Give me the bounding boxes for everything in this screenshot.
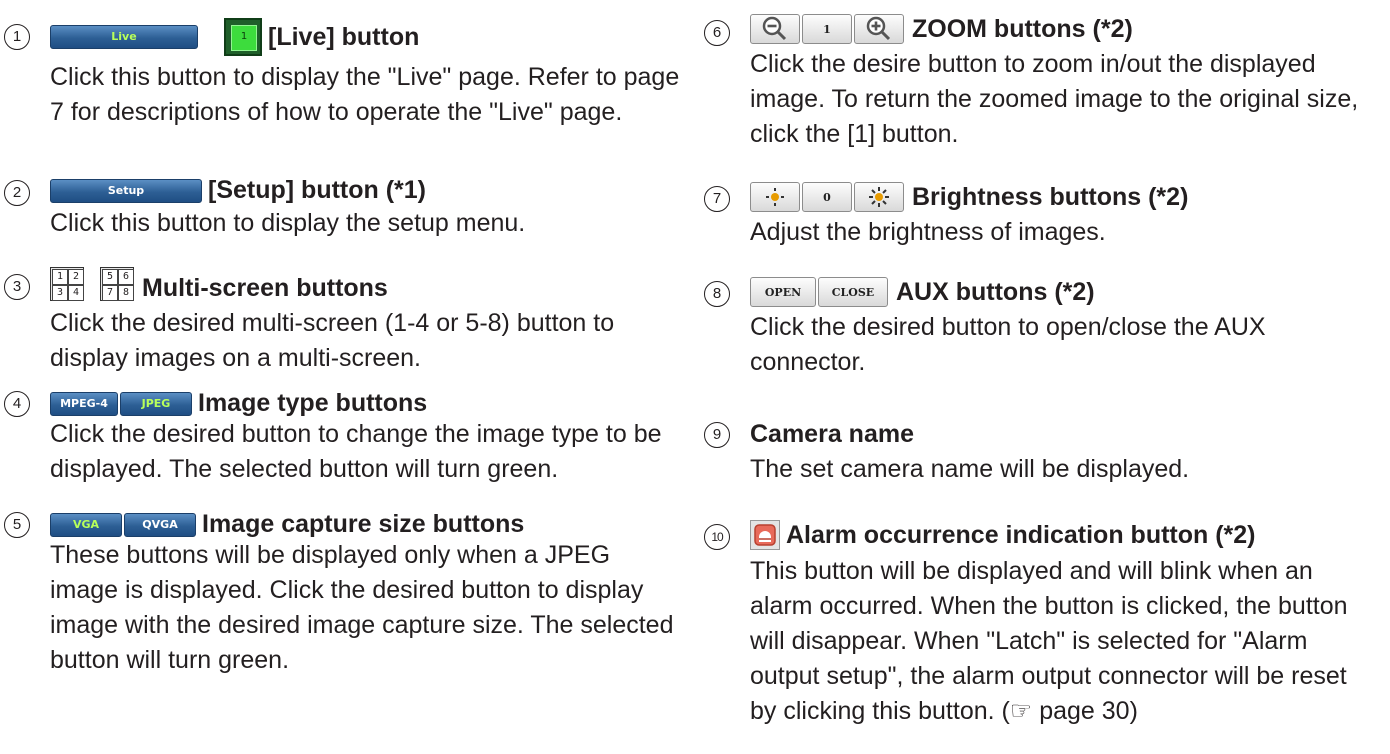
zoom-in-button[interactable] — [854, 14, 904, 44]
item-number: 9 — [704, 422, 730, 448]
item-title: AUX buttons (*2) — [896, 277, 1095, 306]
grid-cell: 5 — [102, 268, 118, 285]
alarm-icon — [754, 524, 776, 546]
grid-cell: 2 — [68, 268, 84, 285]
item-heading: Live 1 [Live] button — [50, 18, 419, 56]
item-number: 10 — [704, 524, 730, 550]
aux-open-button[interactable]: OPEN — [750, 277, 816, 307]
item-description: Adjust the brightness of images. — [750, 218, 1106, 246]
item-description: Click the desired button to change the i… — [50, 420, 662, 483]
item-title: Image type buttons — [198, 389, 428, 417]
item-number: 2 — [4, 180, 30, 206]
multiscreen-5-8-button[interactable]: 5 6 7 8 — [100, 266, 134, 301]
setup-button[interactable]: Setup — [50, 178, 202, 203]
item-description: Click this button to display the setup m… — [50, 209, 526, 237]
zoom-out-icon — [762, 16, 787, 41]
item-title: Alarm occurrence indication button (*2) — [786, 520, 1256, 549]
item-number: 7 — [704, 186, 730, 212]
item-heading: VGA QVGA Image capture size buttons — [50, 510, 524, 539]
mpeg4-button[interactable]: MPEG-4 — [50, 391, 118, 416]
qvga-button[interactable]: QVGA — [124, 512, 196, 537]
item-description: These buttons will be displayed only whe… — [50, 541, 674, 674]
jpeg-button[interactable]: JPEG — [120, 391, 192, 416]
item-number: 8 — [704, 281, 730, 307]
grid-cell: 4 — [68, 284, 84, 301]
brightness-up-button[interactable] — [854, 182, 904, 212]
brightness-high-icon — [869, 187, 889, 207]
item-title: Camera name — [750, 420, 914, 448]
grid-cell: 8 — [118, 284, 134, 301]
multiscreen-1-4-button[interactable]: 1 2 3 4 — [50, 266, 84, 301]
item-title: Brightness buttons (*2) — [912, 182, 1189, 211]
item-number: 1 — [4, 24, 30, 50]
aux-close-button[interactable]: CLOSE — [818, 277, 888, 307]
item-title: Image capture size buttons — [202, 510, 525, 538]
item-number: 5 — [4, 512, 30, 538]
grid-cell: 3 — [52, 284, 68, 301]
item-heading: 1 2 3 4 5 6 7 8 Multi-screen buttons — [50, 264, 388, 303]
item-description: The set camera name will be displayed. — [750, 455, 1190, 483]
brightness-reset-button[interactable]: 0 — [802, 182, 852, 212]
item-heading: 0 Brightness buttons (*2) — [750, 182, 1188, 212]
item-description: Click the desire button to zoom in/out t… — [750, 50, 1359, 148]
zoom-out-button[interactable] — [750, 14, 800, 44]
grid-cell: 1 — [52, 268, 68, 285]
live-button[interactable]: Live — [50, 25, 198, 49]
item-title: [Setup] button (*1) — [208, 176, 427, 204]
item-title: Multi-screen buttons — [142, 274, 388, 302]
zoom-reset-button[interactable]: 1 — [802, 14, 852, 44]
item-description: This button will be displayed and will b… — [750, 557, 1348, 725]
item-number: 6 — [704, 20, 730, 46]
item-heading: 1 ZOOM buttons (*2) — [750, 14, 1133, 44]
grid-cell: 7 — [102, 284, 118, 301]
item-number: 4 — [4, 391, 30, 417]
item-heading: Camera name — [750, 420, 914, 449]
item-heading: OPEN CLOSE AUX buttons (*2) — [750, 277, 1095, 307]
item-heading: Alarm occurrence indication button (*2) — [750, 520, 1256, 550]
item-number: 3 — [4, 274, 30, 300]
item-title: ZOOM buttons (*2) — [912, 14, 1133, 43]
vga-button[interactable]: VGA — [50, 512, 122, 537]
item-heading: Setup [Setup] button (*1) — [50, 176, 426, 205]
live-green-button[interactable]: 1 — [224, 18, 262, 56]
live-green-label: 1 — [231, 25, 257, 51]
grid-cell: 6 — [118, 268, 134, 285]
brightness-low-icon — [766, 188, 784, 206]
brightness-down-button[interactable] — [750, 182, 800, 212]
zoom-in-icon — [866, 16, 891, 41]
item-description: Click this button to display the "Live" … — [50, 63, 680, 126]
item-description: Click the desired button to open/close t… — [750, 313, 1266, 376]
item-title: [Live] button — [268, 22, 420, 51]
item-description: Click the desired multi-screen (1-4 or 5… — [50, 309, 615, 372]
item-heading: MPEG-4 JPEG Image type buttons — [50, 389, 427, 418]
alarm-indication-button[interactable] — [750, 520, 780, 550]
